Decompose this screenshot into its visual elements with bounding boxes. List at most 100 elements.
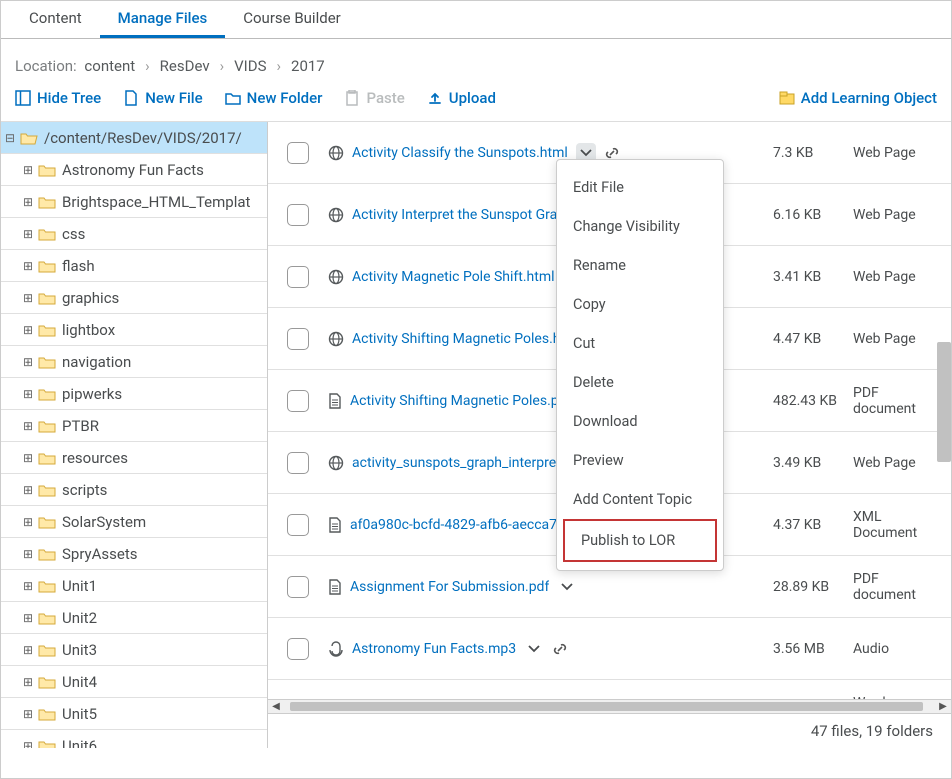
row-checkbox[interactable] [287,266,309,288]
new-file-button[interactable]: New File [123,89,202,107]
expand-icon[interactable]: ⊞ [21,355,35,369]
tab-content[interactable]: Content [11,1,100,38]
tree-item[interactable]: ⊞SolarSystem [1,506,268,538]
menu-item-publish-to-lor[interactable]: Publish to LOR [563,519,717,562]
row-checkbox[interactable] [287,142,309,164]
file-hscroll[interactable]: ◀ ▶ [268,699,951,713]
breadcrumb-item[interactable]: VIDS [234,57,266,75]
expand-icon[interactable]: ⊞ [21,739,35,749]
link-icon[interactable] [552,641,568,657]
expand-icon[interactable]: ⊞ [21,163,35,177]
scroll-left-icon[interactable]: ◀ [268,700,284,714]
file-type: Web Page [845,331,951,347]
file-type: PDF document [845,571,951,603]
expand-icon[interactable]: ⊞ [21,259,35,273]
file-name-link[interactable]: Activity Shifting Magnetic Poles.ht [352,331,565,347]
file-vscroll-thumb[interactable] [937,342,951,462]
file-name-link[interactable]: af0a980c-bcfd-4829-afb6-aecca78 [350,517,565,533]
expand-icon[interactable]: ⊞ [21,483,35,497]
row-checkbox[interactable] [287,390,309,412]
file-size: 3.56 MB [765,641,845,657]
new-folder-button[interactable]: New Folder [225,89,323,107]
tree-item[interactable]: ⊞resources [1,442,268,474]
add-learning-object-button[interactable]: Add Learning Object [779,89,937,107]
expand-icon[interactable]: ⊞ [21,611,35,625]
folder-icon [38,291,56,305]
tree-item[interactable]: ⊞Unit6 [1,730,268,748]
tree-item[interactable]: ⊞Unit5 [1,698,268,730]
expand-icon[interactable]: ⊞ [21,707,35,721]
expand-icon[interactable]: ⊞ [21,291,35,305]
expand-icon[interactable]: ⊞ [21,675,35,689]
row-checkbox[interactable] [287,514,309,536]
folder-icon [38,163,56,177]
file-name-link[interactable]: Assignment For Submission.pdf [350,579,549,595]
tree-item[interactable]: ⊞Unit2 [1,602,268,634]
tab-manage-files[interactable]: Manage Files [100,1,226,38]
file-name-link[interactable]: Astronomy Fun Facts.mp3 [352,641,516,657]
menu-item-download[interactable]: Download [557,402,723,441]
row-checkbox[interactable] [287,204,309,226]
file-type-icon [328,641,344,657]
menu-item-add-content-topic[interactable]: Add Content Topic [557,480,723,519]
chevron-down-icon[interactable] [557,577,577,597]
menu-item-rename[interactable]: Rename [557,246,723,285]
folder-icon [38,355,56,369]
menu-item-cut[interactable]: Cut [557,324,723,363]
tree-item[interactable]: ⊞Unit1 [1,570,268,602]
folder-icon [38,195,56,209]
expand-icon[interactable]: ⊞ [21,227,35,241]
scroll-right-icon[interactable]: ▶ [935,700,951,714]
upload-button[interactable]: Upload [427,89,496,107]
tree-pane[interactable]: ⊟/content/ResDev/VIDS/2017/⊞Astronomy Fu… [1,122,268,748]
tree-item[interactable]: ⊞Brightspace_HTML_Templat [1,186,268,218]
tree-item[interactable]: ⊞lightbox [1,314,268,346]
expand-icon[interactable]: ⊞ [21,323,35,337]
breadcrumb-item[interactable]: ResDev [160,57,210,75]
tree-root[interactable]: ⊟/content/ResDev/VIDS/2017/ [1,122,268,154]
expand-icon[interactable]: ⊞ [21,387,35,401]
expand-icon[interactable]: ⊞ [21,195,35,209]
expand-icon[interactable]: ⊞ [21,547,35,561]
file-name-link[interactable]: Activity Magnetic Pole Shift.html [352,269,555,285]
breadcrumb-item[interactable]: 2017 [291,57,325,75]
tab-course-builder[interactable]: Course Builder [225,1,359,38]
expand-icon[interactable]: ⊞ [21,579,35,593]
tree-item[interactable]: ⊞flash [1,250,268,282]
menu-item-change-visibility[interactable]: Change Visibility [557,207,723,246]
menu-item-delete[interactable]: Delete [557,363,723,402]
file-name-link[interactable]: Activity Shifting Magnetic Poles.pd [350,393,567,409]
tree-item[interactable]: ⊞css [1,218,268,250]
chevron-down-icon[interactable] [524,639,544,659]
expand-icon[interactable]: ⊞ [21,419,35,433]
tree-item[interactable]: ⊞PTBR [1,410,268,442]
tree-item[interactable]: ⊞graphics [1,282,268,314]
file-name-link[interactable]: Activity Classify the Sunspots.html [352,145,568,161]
file-name-link[interactable]: Activity Interpret the Sunspot Grap [352,207,565,223]
expand-icon[interactable]: ⊞ [21,643,35,657]
file-name-link[interactable]: activity_sunspots_graph_interpret. [352,455,564,471]
hide-tree-button[interactable]: Hide Tree [15,89,101,107]
tree-item[interactable]: ⊞navigation [1,346,268,378]
breadcrumb-item[interactable]: content [84,57,135,75]
tree-item[interactable]: ⊞scripts [1,474,268,506]
menu-item-edit-file[interactable]: Edit File [557,168,723,207]
collapse-icon[interactable]: ⊟ [3,131,17,145]
main-pane: ⊟/content/ResDev/VIDS/2017/⊞Astronomy Fu… [1,121,951,748]
file-type-icon [328,269,344,285]
row-checkbox[interactable] [287,638,309,660]
expand-icon[interactable]: ⊞ [21,515,35,529]
folder-icon [38,547,56,561]
tree-item[interactable]: ⊞Unit4 [1,666,268,698]
tree-item[interactable]: ⊞SpryAssets [1,538,268,570]
row-checkbox[interactable] [287,576,309,598]
row-checkbox[interactable] [287,328,309,350]
upload-icon [427,90,443,106]
expand-icon[interactable]: ⊞ [21,451,35,465]
menu-item-preview[interactable]: Preview [557,441,723,480]
tree-item[interactable]: ⊞pipwerks [1,378,268,410]
tree-item[interactable]: ⊞Astronomy Fun Facts [1,154,268,186]
tree-item[interactable]: ⊞Unit3 [1,634,268,666]
menu-item-copy[interactable]: Copy [557,285,723,324]
row-checkbox[interactable] [287,452,309,474]
